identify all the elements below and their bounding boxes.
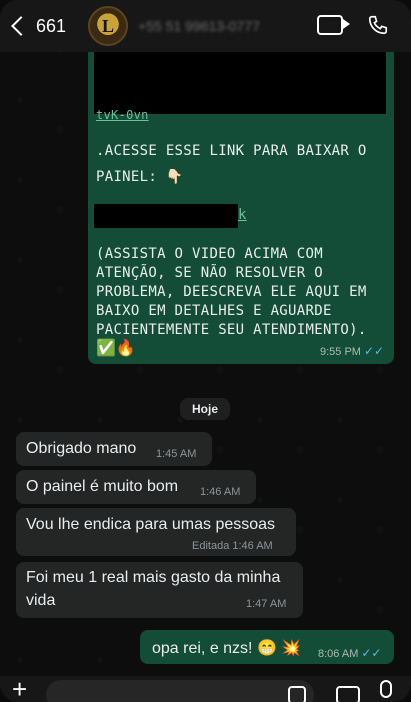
read-ticks-icon: ✓✓ [361,646,382,660]
avatar-letter: L [102,15,115,36]
message-input[interactable] [46,680,314,702]
message-line: PROBLEMA, DEESCREVA ELE AQUI EM [96,284,367,300]
message-time: 8:06 AM ✓✓ [318,646,381,660]
read-ticks-icon: ✓✓ [363,344,385,358]
video-call-icon[interactable] [317,15,350,35]
avatar[interactable]: L [88,6,129,46]
chat-screen: 661 L +55 51 99613-0777 tvK-0vn .ACESSE … [0,0,411,702]
time-text: 8:06 AM [318,648,359,660]
camera-icon[interactable] [336,686,360,702]
message-time: 1:46 AM [200,486,241,498]
message-line: BAIXO EM DETALHES E AGUARDE [96,303,332,319]
back-button[interactable]: 661 [10,16,66,37]
message-line: (ASSISTA O VIDEO ACIMA COM [96,246,323,262]
phone-call-icon[interactable] [367,14,389,36]
date-separator: Hoje [180,398,231,420]
message-time: 1:47 AM [246,598,287,610]
message-text: Obrigado mano [26,440,137,457]
message-text: Foi meu 1 real mais gasto da minha [26,569,281,586]
incoming-message[interactable]: O painel é muito bom 1:46 AM [16,470,256,504]
outgoing-message[interactable]: opa rei, e nzs! 😁 💥 8:06 AM ✓✓ [140,630,394,664]
sticker-icon[interactable] [288,686,306,702]
link-fragment[interactable]: tvK-0vn [96,106,149,125]
incoming-message[interactable]: Vou lhe endica para umas pessoas Editada… [16,508,296,556]
chevron-left-icon [11,16,31,36]
redacted-link [94,204,238,228]
incoming-message[interactable]: Obrigado mano 1:45 AM [16,432,212,466]
mic-icon[interactable] [380,680,392,698]
message-line: PAINEL: 👇🏻 [96,169,184,185]
time-text: 9:55 PM [320,346,361,358]
plus-icon[interactable]: + [12,674,27,702]
message-time: 1:45 AM [156,448,197,460]
contact-name[interactable]: +55 51 99613-0777 [138,18,260,34]
message-line: .ACESSE ESSE LINK PARA BAIXAR O [96,143,367,159]
redacted-block [94,52,386,114]
link-tail[interactable]: k [238,206,247,225]
outgoing-message-link[interactable]: tvK-0vn .ACESSE ESSE LINK PARA BAIXAR O … [88,46,394,364]
incoming-message[interactable]: Foi meu 1 real mais gasto da minha vida … [16,562,303,618]
message-line: PACIENTEMENTE SEU ATENDIMENTO). [96,322,367,338]
message-emoji: ✅🔥 [96,340,136,357]
message-text: Vou lhe endica para umas pessoas [26,516,276,533]
composer-bar: + [0,674,411,702]
unread-count: 661 [36,15,67,36]
message-time: 9:55 PM ✓✓ [320,344,384,358]
message-text: vida [26,592,56,609]
chat-header: 661 L +55 51 99613-0777 [0,0,411,52]
message-text: opa rei, e nzs! 😁 💥 [152,640,302,657]
message-text: O painel é muito bom [26,478,179,495]
message-line: ATENÇÃO, SE NÃO RESOLVER O [96,265,323,281]
message-time: Editada 1:46 AM [192,540,273,552]
